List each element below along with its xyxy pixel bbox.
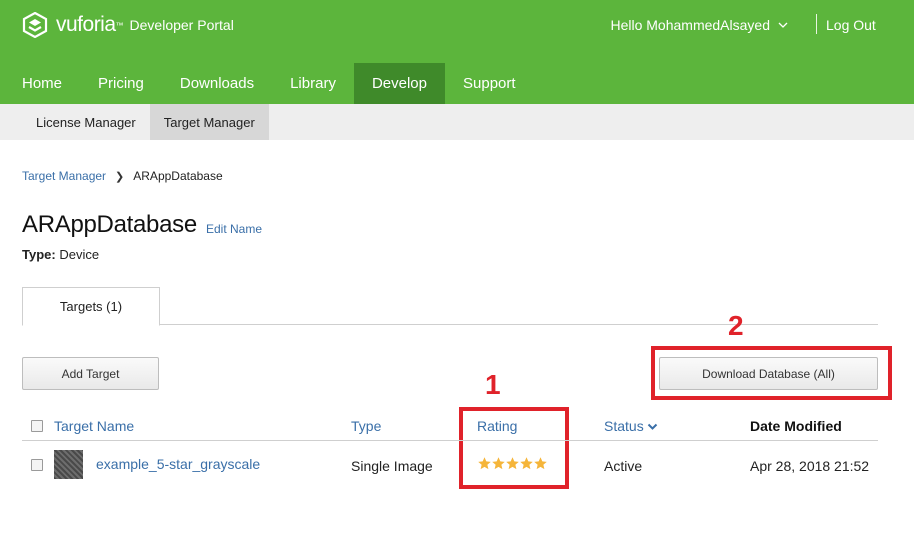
target-date-modified: Apr 28, 2018 21:52 bbox=[750, 458, 870, 474]
target-type: Single Image bbox=[351, 458, 433, 474]
logo-trademark: ™ bbox=[115, 20, 124, 30]
subnav-item-license-manager[interactable]: License Manager bbox=[0, 104, 150, 140]
type-label: Type: bbox=[22, 247, 56, 262]
add-target-button[interactable]: Add Target bbox=[22, 357, 159, 390]
nav-item-support[interactable]: Support bbox=[445, 63, 534, 104]
table-row: example_5-star_grayscale Single Image Ac… bbox=[22, 441, 878, 487]
select-all-checkbox[interactable] bbox=[31, 420, 43, 432]
logo-subtitle: Developer Portal bbox=[129, 17, 234, 33]
tab-targets[interactable]: Targets (1) bbox=[22, 287, 160, 326]
logout-link[interactable]: Log Out bbox=[826, 17, 876, 33]
chevron-down-icon bbox=[778, 22, 788, 28]
target-name-link[interactable]: example_5-star_grayscale bbox=[96, 456, 260, 472]
edit-name-link[interactable]: Edit Name bbox=[206, 222, 262, 236]
table-header: Target Name Type Rating Status Date Modi… bbox=[22, 414, 878, 441]
sort-chevron-down-icon bbox=[647, 423, 657, 430]
header-divider bbox=[816, 14, 817, 34]
nav-item-downloads[interactable]: Downloads bbox=[162, 63, 272, 104]
user-menu[interactable]: Hello MohammedAlsayed bbox=[610, 17, 788, 33]
breadcrumb-current: ARAppDatabase bbox=[133, 169, 223, 183]
vuforia-cube-icon bbox=[22, 12, 48, 38]
column-header-type[interactable]: Type bbox=[351, 418, 381, 434]
top-header: vuforia ™ Developer Portal Hello Mohammed… bbox=[0, 0, 914, 104]
sub-nav: License Manager Target Manager bbox=[0, 104, 914, 140]
logo-wordmark: vuforia bbox=[56, 13, 116, 36]
database-type: Type: Device bbox=[22, 247, 99, 262]
breadcrumb-target-manager[interactable]: Target Manager bbox=[22, 169, 106, 183]
breadcrumb: Target Manager ❯ ARAppDatabase bbox=[22, 169, 223, 183]
column-header-date-modified: Date Modified bbox=[750, 418, 842, 434]
star-icon bbox=[492, 457, 505, 470]
star-icon bbox=[478, 457, 491, 470]
user-greeting: Hello MohammedAlsayed bbox=[610, 17, 770, 33]
vuforia-logo[interactable]: vuforia ™ Developer Portal bbox=[22, 10, 234, 40]
nav-item-develop[interactable]: Develop bbox=[353, 63, 445, 104]
target-status: Active bbox=[604, 458, 643, 474]
type-value: Device bbox=[59, 247, 100, 262]
annotation-box-2 bbox=[651, 346, 892, 400]
column-header-status[interactable]: Status bbox=[604, 418, 658, 434]
main-nav: Home Pricing Downloads Library Develop S… bbox=[0, 63, 534, 104]
nav-item-pricing[interactable]: Pricing bbox=[80, 63, 162, 104]
annotation-number-2: 2 bbox=[728, 310, 744, 341]
column-header-rating[interactable]: Rating bbox=[477, 418, 517, 434]
star-icon bbox=[506, 457, 519, 470]
star-icon bbox=[520, 457, 533, 470]
subnav-item-target-manager[interactable]: Target Manager bbox=[149, 104, 269, 140]
column-header-target-name[interactable]: Target Name bbox=[54, 418, 134, 434]
row-checkbox[interactable] bbox=[31, 459, 43, 471]
target-thumbnail bbox=[54, 450, 83, 479]
nav-item-library[interactable]: Library bbox=[272, 63, 354, 104]
page-title: ARAppDatabase bbox=[22, 211, 197, 238]
status-header-label: Status bbox=[604, 418, 644, 434]
annotation-number-1: 1 bbox=[485, 369, 501, 400]
star-rating bbox=[477, 456, 547, 471]
nav-item-home[interactable]: Home bbox=[0, 63, 80, 104]
star-icon bbox=[534, 457, 547, 470]
breadcrumb-separator-icon: ❯ bbox=[115, 170, 125, 183]
